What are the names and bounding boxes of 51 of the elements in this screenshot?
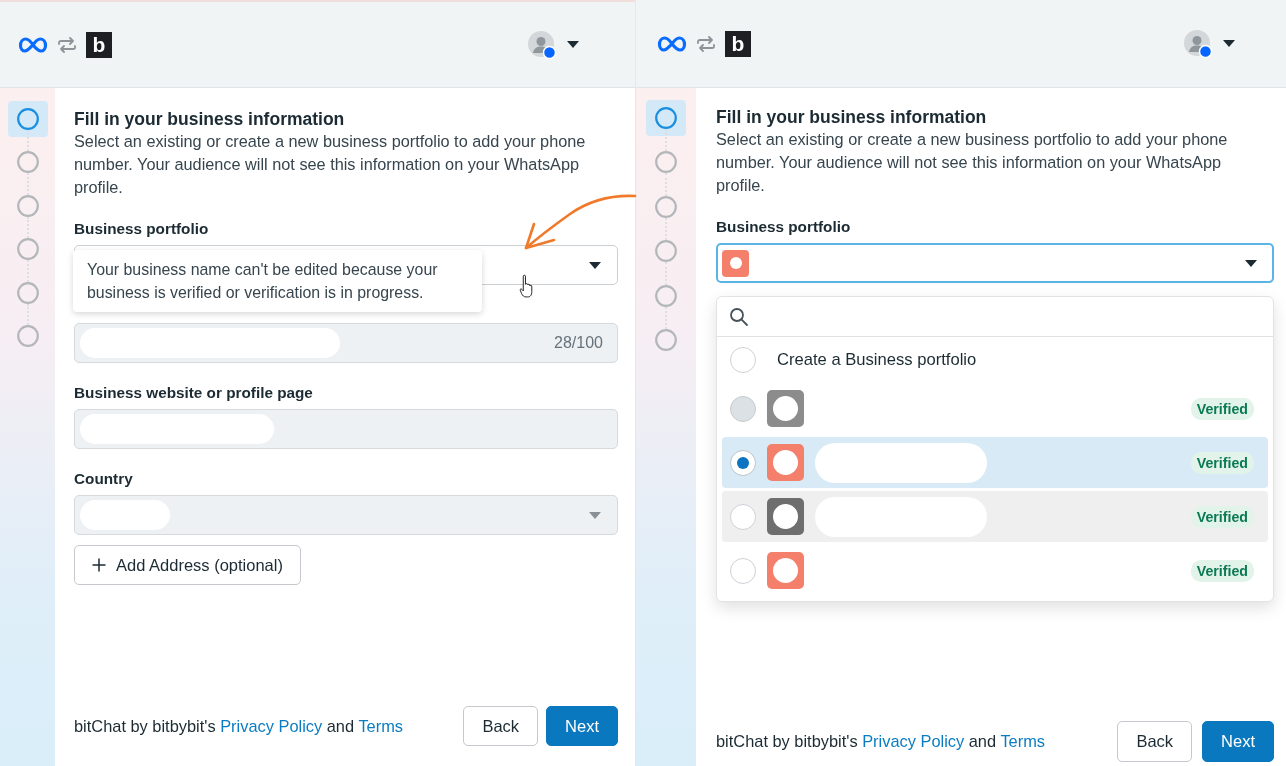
- infinity-logo-icon: [657, 34, 687, 53]
- field-label: Country: [74, 469, 134, 489]
- verified-badge: Verified: [1190, 559, 1254, 582]
- app-logo: b: [86, 31, 112, 58]
- search-icon: [729, 306, 749, 327]
- infinity-logo-icon: [18, 35, 48, 54]
- radio-button[interactable]: [730, 557, 756, 584]
- select-field[interactable]: [716, 243, 1274, 283]
- swap-arrows-icon: [696, 35, 716, 52]
- add-address-button[interactable]: Add Address (optional): [74, 545, 301, 585]
- radio-button[interactable]: [730, 346, 756, 373]
- verified-badge: Verified: [1190, 505, 1254, 528]
- legal-text: bitChat by bitbybit's Privacy Policy and Terms: [716, 732, 1045, 751]
- caret-icon: [589, 261, 601, 269]
- radio-button[interactable]: [730, 503, 756, 530]
- caret-icon: [1245, 259, 1257, 267]
- form-description: Select an existing or create a new business portfolio to add your phone number. Your audience will not see this information on your WhatsApp profile.: [716, 129, 1229, 196]
- menu-option[interactable]: Verified: [722, 437, 1268, 488]
- app-logo: b: [725, 30, 751, 57]
- avatar-icon: [1184, 29, 1212, 58]
- menu-option[interactable]: Verified: [722, 491, 1268, 542]
- footer-link[interactable]: Terms: [358, 716, 403, 735]
- account-menu-button[interactable]: [528, 30, 579, 59]
- menu-option[interactable]: Verified: [722, 545, 1268, 596]
- menu-option[interactable]: Create a Business portfolio: [722, 339, 1268, 380]
- field-label: Business portfolio: [716, 217, 852, 237]
- caret-icon: [589, 511, 601, 519]
- avatar-icon: [528, 30, 556, 59]
- swap-arrows-icon: [57, 36, 77, 53]
- field-label: Business website or profile page: [74, 383, 314, 403]
- verified-badge: Verified: [1190, 451, 1254, 474]
- form-title: Fill in your business information: [716, 106, 988, 128]
- footer-link[interactable]: Privacy Policy: [220, 716, 323, 735]
- legal-text: bitChat by bitbybit's Privacy Policy and Terms: [74, 716, 403, 736]
- field-label: Business portfolio: [74, 219, 210, 239]
- verified-badge: Verified: [1190, 397, 1254, 420]
- next-button[interactable]: Next: [546, 706, 618, 746]
- caret-icon: [1223, 40, 1235, 47]
- radio-button[interactable]: [730, 449, 756, 476]
- footer-link[interactable]: Terms: [1000, 732, 1045, 750]
- account-menu-button[interactable]: [1184, 29, 1235, 58]
- form-title: Fill in your business information: [74, 108, 346, 130]
- next-button[interactable]: Next: [1202, 721, 1274, 762]
- caret-icon: [567, 41, 579, 48]
- character-counter: 28/100: [554, 334, 604, 352]
- footer-link[interactable]: Privacy Policy: [862, 732, 965, 750]
- tooltip: Your business name can't be edited because your business is verified or verification is in progress.: [73, 250, 482, 312]
- form-description: Select an existing or create a new business portfolio to add your phone number. Your audience will not see this information on your WhatsApp profile.: [74, 131, 587, 198]
- back-button[interactable]: Back: [1117, 721, 1193, 762]
- plus-icon: [92, 558, 106, 572]
- back-button[interactable]: Back: [463, 706, 539, 746]
